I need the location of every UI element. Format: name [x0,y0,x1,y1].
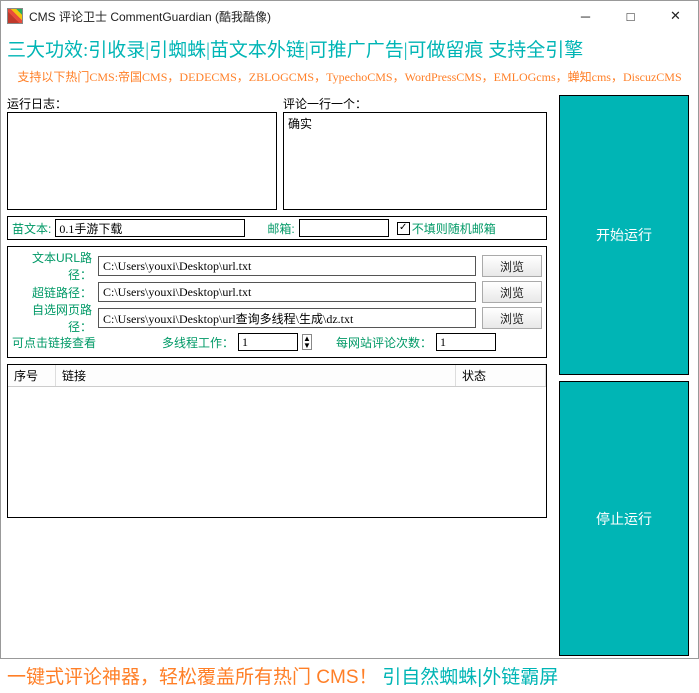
log-box [7,112,277,210]
email-label: 邮箱: [267,220,294,237]
start-button[interactable]: 开始运行 [559,95,689,375]
comments-label: 评论一行一个： [283,95,547,112]
link-path-input[interactable] [98,282,476,302]
browse-self-button[interactable]: 浏览 [482,307,542,329]
comments-textarea[interactable]: 确实 [284,113,546,209]
results-table: 序号 链接 状态 [7,364,547,518]
persite-input[interactable] [436,333,496,351]
url-path-input[interactable] [98,256,476,276]
url-path-label: 文本URL路径： [12,249,92,283]
close-button[interactable]: ✕ [653,1,698,31]
banner-cms-list: 支持以下热门CMS:帝国CMS，DEDECMS，ZBLOGCMS，Typecho… [7,68,692,85]
threads-input[interactable] [238,333,298,351]
col-num[interactable]: 序号 [8,365,56,386]
table-header: 序号 链接 状态 [8,365,546,387]
footer-slogan: 一键式评论神器，轻松覆盖所有热门 CMS！ 引自然蜘蛛|外链霸屏 [7,662,692,689]
browse-url-button[interactable]: 浏览 [482,255,542,277]
click-hint-label: 可点击链接查看 [12,334,98,351]
minimize-button[interactable]: ─ [563,1,608,31]
log-textarea[interactable] [8,113,276,209]
footer-p2: 引自然蜘蛛|外链霸屏 [382,667,558,688]
self-path-label: 自选网页路径： [12,301,92,335]
log-label: 运行日志： [7,95,277,112]
paths-panel: 文本URL路径： 浏览 超链路径： 浏览 自选网页路径： 浏览 可点击链接查看 … [7,246,547,358]
stop-button[interactable]: 停止运行 [559,381,689,656]
random-email-checkbox[interactable]: ✓ [397,222,410,235]
email-input[interactable] [299,219,389,237]
threads-down-icon[interactable]: ▼ [303,342,311,349]
link-path-label: 超链路径： [12,284,92,301]
banner-features: 三大功效:引收录|引蜘蛛|苗文本外链|可推广广告|可做留痕 支持全引擎 [7,35,692,62]
miao-label: 苗文本: [12,220,51,237]
col-link[interactable]: 链接 [56,365,456,386]
window-title: CMS 评论卫士 CommentGuardian (酷我酷像) [29,8,271,25]
maximize-button[interactable]: □ [608,1,653,31]
app-icon [7,8,23,24]
miao-email-row: 苗文本: 邮箱: ✓ 不填则随机邮箱 [7,216,547,240]
random-email-label: 不填则随机邮箱 [412,220,496,237]
col-status[interactable]: 状态 [456,365,546,386]
threads-label: 多线程工作： [162,334,234,351]
persite-label: 每网站评论次数： [336,334,432,351]
miao-input[interactable] [55,219,245,237]
titlebar: CMS 评论卫士 CommentGuardian (酷我酷像) ─ □ ✕ [1,1,698,31]
window-controls: ─ □ ✕ [563,1,698,31]
footer-p1: 一键式评论神器，轻松覆盖所有热门 CMS！ [7,667,378,688]
self-path-input[interactable] [98,308,476,328]
comments-box: 确实 [283,112,547,210]
browse-link-button[interactable]: 浏览 [482,281,542,303]
